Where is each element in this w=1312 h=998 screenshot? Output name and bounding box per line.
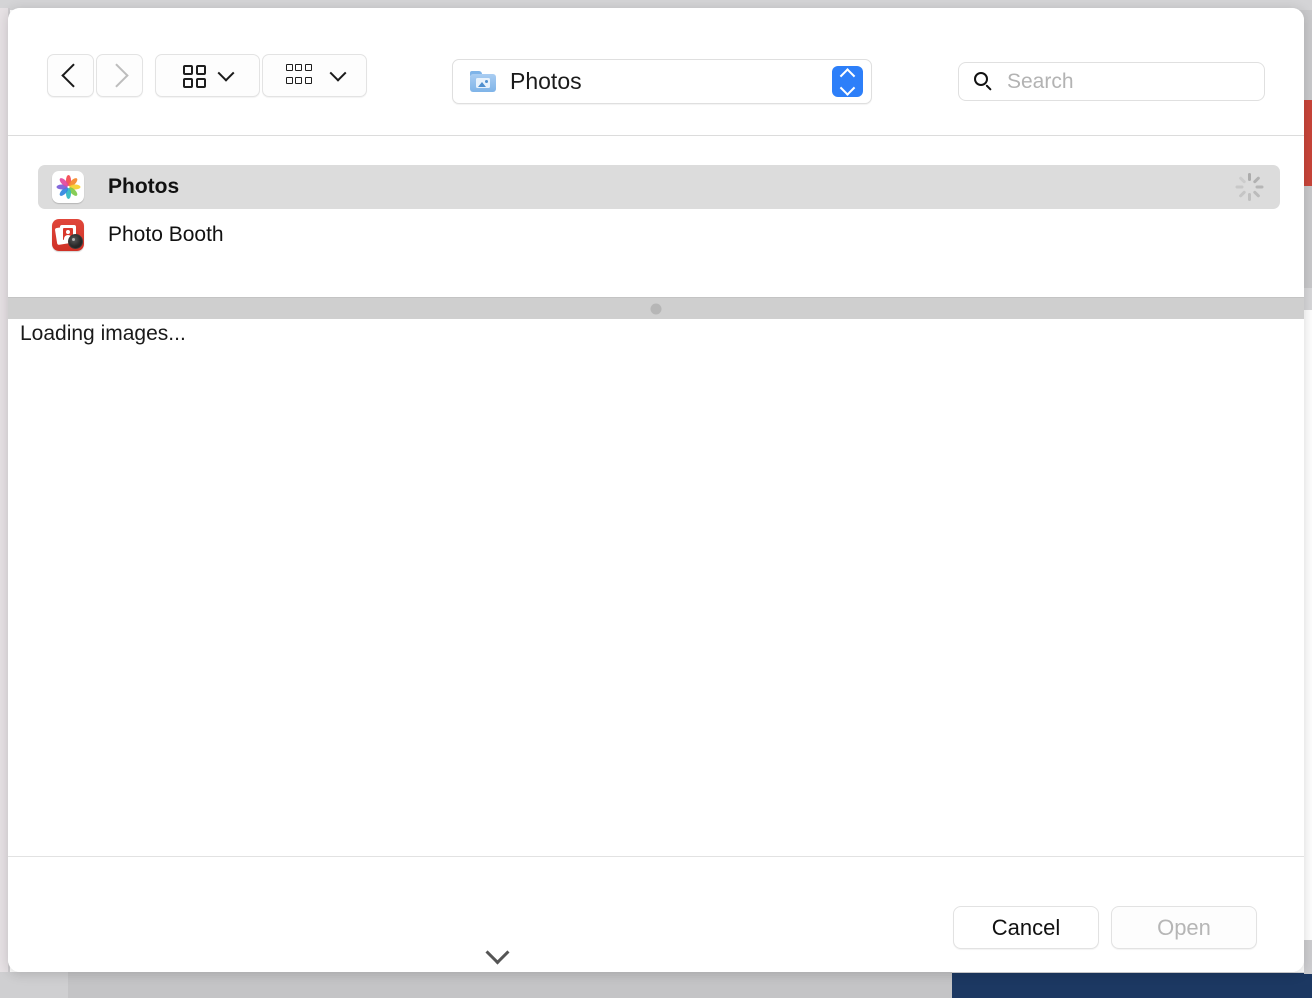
- search-field[interactable]: Search: [958, 62, 1265, 101]
- chevron-right-icon: [104, 63, 129, 88]
- location-label: Photos: [510, 68, 582, 94]
- cancel-button[interactable]: Cancel: [953, 906, 1099, 949]
- up-down-stepper-icon[interactable]: [832, 66, 863, 97]
- list-item[interactable]: Photo Booth: [38, 213, 1280, 257]
- icon-view-dropdown[interactable]: [155, 54, 260, 97]
- backdrop-bottom-band-left: [0, 972, 68, 998]
- screen: Photos Search Photos Photo Booth Loading…: [0, 0, 1312, 998]
- backdrop-right-edge: [1304, 940, 1312, 974]
- chevron-down-icon: [484, 940, 510, 965]
- dialog-toolbar: Photos Search: [8, 8, 1304, 136]
- chevron-down-icon: [217, 64, 235, 82]
- list-item[interactable]: Photos: [38, 165, 1280, 209]
- photo-booth-app-icon: [52, 219, 84, 251]
- loading-spinner-icon: [1234, 172, 1264, 202]
- splitter-grip[interactable]: [650, 303, 662, 314]
- results-list: Photos Photo Booth: [8, 137, 1304, 297]
- collapse-dialog-chevron[interactable]: [481, 940, 513, 965]
- preview-pane: Loading images...: [8, 319, 1304, 856]
- list-item-label: Photos: [108, 175, 180, 198]
- group-view-dropdown[interactable]: [262, 54, 367, 97]
- location-popup-button[interactable]: Photos: [452, 59, 872, 104]
- photos-app-icon: [52, 171, 84, 203]
- group-list-icon: [285, 63, 318, 88]
- backdrop-navy-band: [952, 973, 1312, 998]
- pane-splitter[interactable]: [8, 297, 1304, 319]
- search-placeholder: Search: [1007, 69, 1074, 93]
- back-button[interactable]: [47, 54, 94, 97]
- backdrop-bottom-band-mid: [68, 972, 952, 998]
- grid-view-icon: [183, 64, 206, 88]
- chevron-down-icon: [329, 64, 346, 82]
- forward-button[interactable]: [96, 54, 143, 97]
- chevron-left-icon: [61, 63, 86, 88]
- open-button[interactable]: Open: [1111, 906, 1257, 949]
- dialog-footer: Cancel Open: [8, 857, 1304, 972]
- loading-status-text: Loading images...: [20, 322, 186, 345]
- pictures-folder-icon: [470, 71, 496, 92]
- open-file-dialog: Photos Search Photos Photo Booth Loading…: [8, 8, 1304, 972]
- list-item-label: Photo Booth: [108, 223, 224, 246]
- search-icon: [974, 72, 993, 91]
